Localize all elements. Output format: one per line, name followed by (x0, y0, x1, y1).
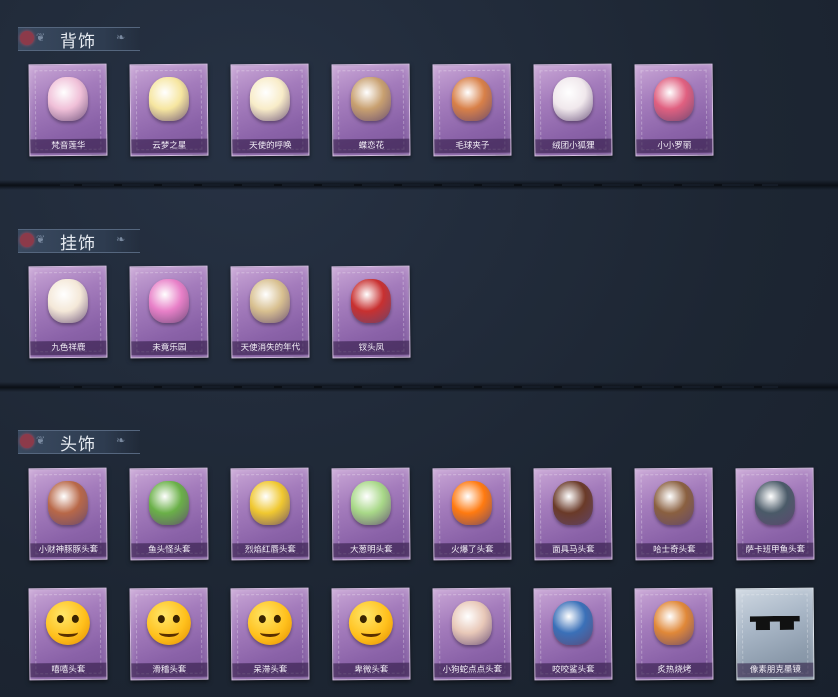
fox-soldier-icon (447, 74, 498, 125)
item-card[interactable]: 钗头凤 (331, 265, 411, 359)
pig-head-icon (43, 478, 94, 529)
angel-icon (245, 74, 296, 125)
item-card[interactable]: 大葱明头套 (331, 467, 411, 561)
item-card[interactable]: 小狗蛇点点头套 (432, 587, 512, 681)
doll-girl-icon (649, 74, 700, 125)
swirl-ornament-icon: ❦ (36, 31, 46, 44)
item-card[interactable]: 哈士奇头套 (634, 467, 714, 561)
section-title: 背饰 (60, 32, 96, 52)
ribbon-icon (20, 31, 34, 45)
item-card[interactable]: 毛球夹子 (432, 63, 512, 157)
item-name-label: 小小罗丽 (636, 138, 713, 154)
item-name-label: 烈焰红唇头套 (232, 542, 309, 558)
item-name-label: 小财神豚豚头套 (30, 542, 107, 558)
pikachu-head-icon (245, 478, 296, 529)
bbq-head-icon (649, 598, 700, 649)
item-name-label: 哈士奇头套 (636, 542, 713, 558)
section-divider (0, 180, 838, 190)
item-card[interactable]: 天使消失的年代 (230, 265, 310, 359)
item-card[interactable]: 天使的呼唤 (230, 63, 310, 157)
item-card[interactable]: 鱼头怪头套 (129, 467, 209, 561)
fire-head-icon (447, 478, 498, 529)
item-name-label: 咬咬鲨头套 (535, 662, 612, 678)
white-fox-icon (548, 74, 599, 125)
item-card[interactable]: 九色祥鹿 (28, 265, 108, 359)
item-name-label: 梵音莲华 (30, 138, 107, 154)
shark-head-icon (548, 598, 599, 649)
item-name-label: 鱼头怪头套 (131, 542, 208, 558)
item-name-label: 绒团小狐狸 (535, 138, 612, 154)
item-name-label: 萨卡班甲鱼头套 (737, 542, 814, 558)
swirl-ornament-icon: ❦ (36, 233, 46, 246)
section-divider (0, 382, 838, 392)
swirl-ornament-icon: ❧ (116, 434, 126, 447)
grin-emoji-icon (43, 598, 94, 649)
item-card[interactable]: 嘻嘻头套 (28, 587, 108, 681)
item-name-label: 未竟乐园 (131, 340, 208, 356)
section-title: 头饰 (60, 435, 96, 455)
item-name-label: 九色祥鹿 (30, 340, 107, 356)
item-card[interactable]: 炙热烧烤 (634, 587, 714, 681)
smirk-emoji-icon (144, 598, 195, 649)
item-card[interactable]: 滑稽头套 (129, 587, 209, 681)
item-card[interactable]: 小财神豚豚头套 (28, 467, 108, 561)
swirl-ornament-icon: ❧ (116, 233, 126, 246)
deer-icon (43, 276, 94, 327)
item-card[interactable]: 像素朋克墨镜 (735, 587, 815, 681)
section-title: 挂饰 (60, 234, 96, 254)
item-card[interactable]: 萨卡班甲鱼头套 (735, 467, 815, 561)
item-card[interactable]: 蝶恋花 (331, 63, 411, 157)
humble-emoji-icon (346, 598, 397, 649)
item-card[interactable]: 梵音莲华 (28, 63, 108, 157)
item-name-label: 蝶恋花 (333, 138, 410, 154)
item-card[interactable]: 绒团小狐狸 (533, 63, 613, 157)
item-name-label: 炙热烧烤 (636, 662, 713, 678)
item-card[interactable]: 火爆了头套 (432, 467, 512, 561)
item-card[interactable]: 呆滞头套 (230, 587, 310, 681)
item-name-label: 小狗蛇点点头套 (434, 662, 511, 678)
section-header-back: ❦ 背饰 ❧ (18, 27, 140, 52)
phoenix-crown-icon (346, 276, 397, 327)
item-card[interactable]: 云梦之星 (129, 63, 209, 157)
item-name-label: 云梦之星 (131, 138, 208, 154)
swirl-ornament-icon: ❧ (116, 31, 126, 44)
item-card[interactable]: 小小罗丽 (634, 63, 714, 157)
section-header-head: ❦ 头饰 ❧ (18, 430, 140, 455)
item-name-label: 嘻嘻头套 (30, 662, 107, 678)
fish-head-icon (144, 478, 195, 529)
item-card[interactable]: 烈焰红唇头套 (230, 467, 310, 561)
item-card[interactable]: 咬咬鲨头套 (533, 587, 613, 681)
ribbon-icon (20, 233, 34, 247)
item-card[interactable]: 卑微头套 (331, 587, 411, 681)
item-name-label: 呆滞头套 (232, 662, 309, 678)
item-name-label: 面具马头套 (535, 542, 612, 558)
dazed-emoji-icon (245, 598, 296, 649)
lotus-girl-icon (43, 74, 94, 125)
item-name-label: 钗头凤 (333, 340, 410, 356)
item-name-label: 天使消失的年代 (232, 340, 309, 356)
item-name-label: 天使的呼唤 (232, 138, 309, 154)
scallion-head-icon (346, 478, 397, 529)
butterfly-birdcage-icon (346, 74, 397, 125)
item-name-label: 大葱明头套 (333, 542, 410, 558)
item-card[interactable]: 未竟乐园 (129, 265, 209, 359)
horse-head-icon (548, 478, 599, 529)
candy-girl-icon (144, 276, 195, 327)
item-name-label: 卑微头套 (333, 662, 410, 678)
item-name-label: 滑稽头套 (131, 662, 208, 678)
angel-mirror-icon (245, 276, 296, 327)
item-name-label: 像素朋克墨镜 (737, 662, 814, 678)
unicorn-cloud-icon (144, 74, 195, 125)
pixel-sunglasses-icon (750, 598, 801, 649)
item-card[interactable]: 面具马头套 (533, 467, 613, 561)
item-name-label: 火爆了头套 (434, 542, 511, 558)
section-header-pendant: ❦ 挂饰 ❧ (18, 229, 140, 254)
ribbon-icon (20, 434, 34, 448)
fish-creature-head-icon (750, 478, 801, 529)
husky-head-icon (649, 478, 700, 529)
item-name-label: 毛球夹子 (434, 138, 511, 154)
swirl-ornament-icon: ❦ (36, 434, 46, 447)
dog-snake-head-icon (447, 598, 498, 649)
